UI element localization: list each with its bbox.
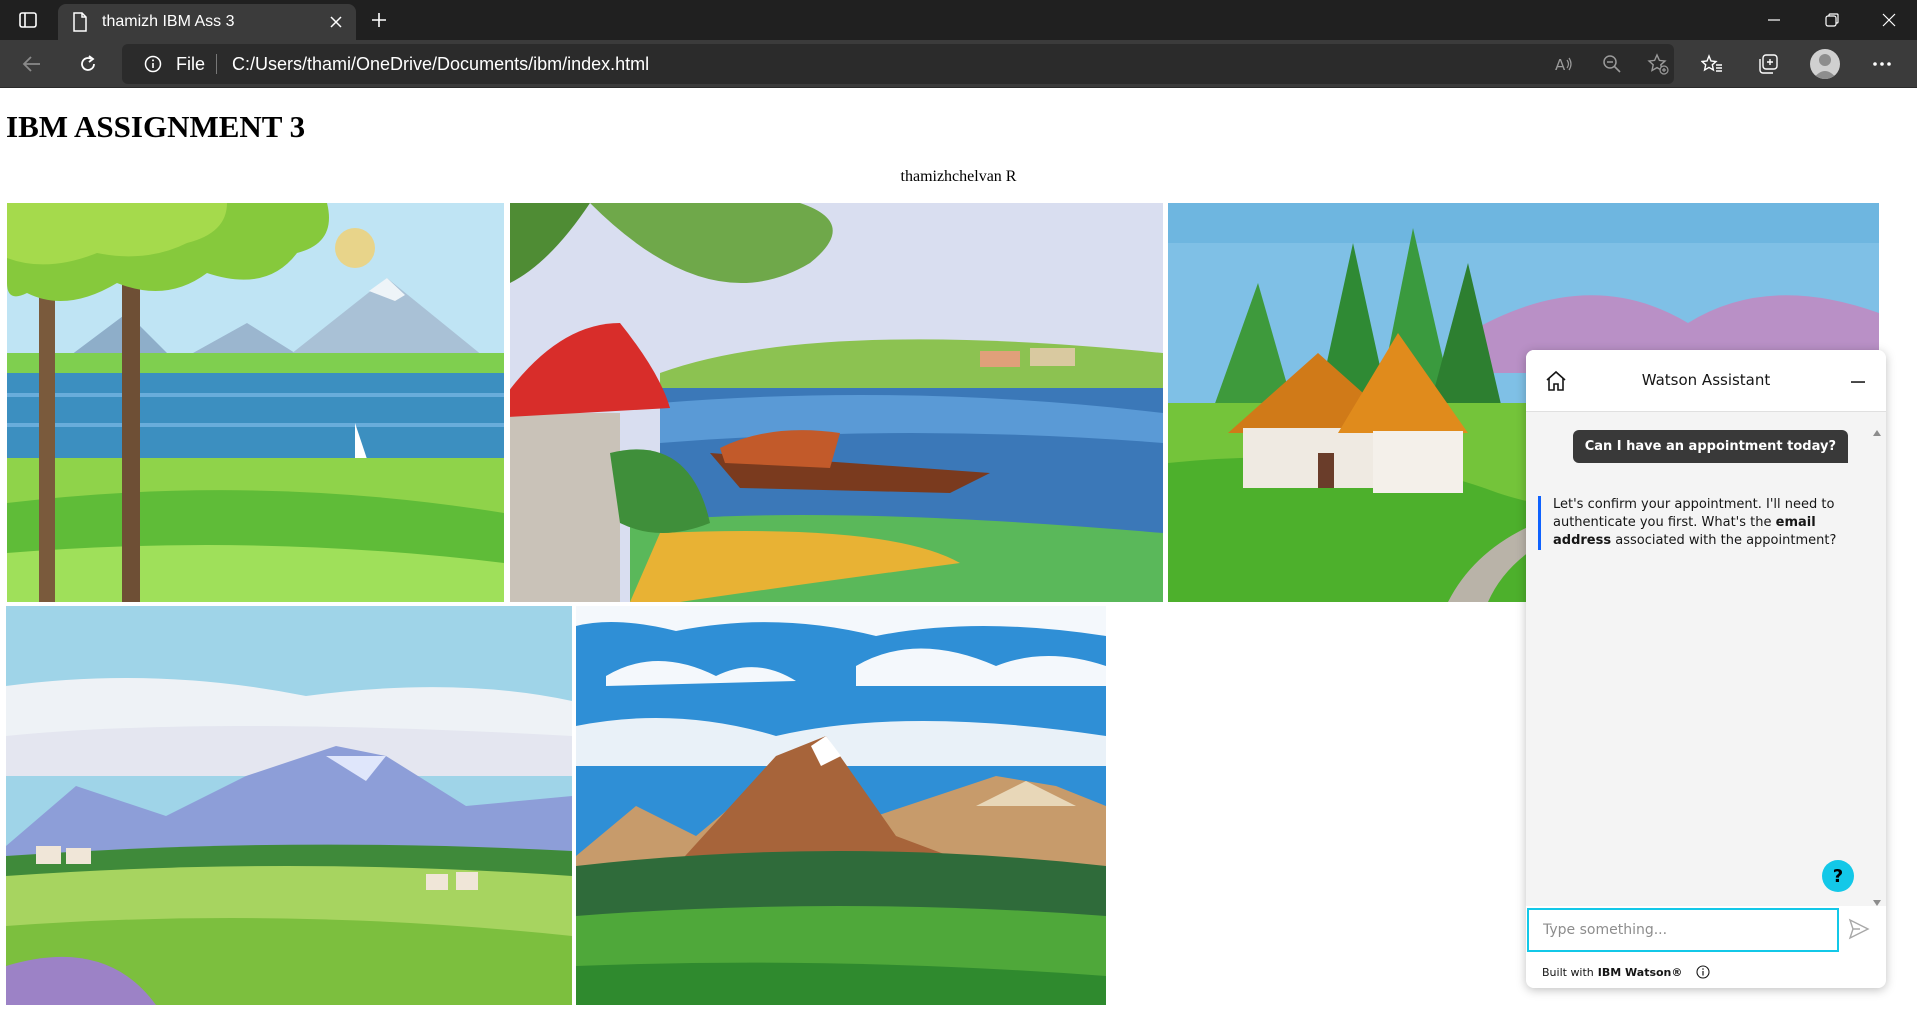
refresh-icon[interactable] (70, 48, 106, 80)
bot-message-text-end: associated with the appointment? (1611, 533, 1837, 548)
close-window-icon[interactable] (1861, 0, 1917, 40)
favorites-icon[interactable] (1694, 48, 1730, 80)
avatar-icon[interactable] (1810, 49, 1840, 79)
zoom-out-icon[interactable] (1600, 53, 1624, 75)
watson-title: Watson Assistant (1641, 371, 1771, 389)
footer-brand: IBM Watson® (1597, 965, 1683, 979)
landscape-image-river-boat (510, 203, 1163, 602)
watson-footer: Built with IBM Watson® (1542, 965, 1710, 979)
message-input-area: Built with IBM Watson® (1526, 906, 1886, 988)
message-input[interactable] (1527, 908, 1839, 952)
minimize-icon[interactable] (1848, 372, 1868, 392)
tab-actions-icon[interactable] (14, 8, 42, 32)
bot-message: Let's confirm your appointment. I'll nee… (1538, 496, 1838, 550)
minimize-window-icon[interactable] (1746, 0, 1802, 40)
plus-icon[interactable] (364, 6, 394, 34)
active-tab[interactable]: thamizh IBM Ass 3 (58, 4, 356, 40)
star-plus-icon[interactable] (1646, 53, 1670, 75)
svg-text:A: A (1555, 56, 1566, 73)
info-icon[interactable] (144, 55, 162, 77)
author-name: thamizhchelvan R (900, 168, 1017, 185)
tab-strip: thamizh IBM Ass 3 (0, 0, 1917, 40)
toolbar: File C:/Users/thami/OneDrive/Documents/i… (0, 40, 1917, 88)
scheme-label: File (176, 54, 206, 74)
url-text[interactable]: C:/Users/thami/OneDrive/Documents/ibm/in… (232, 54, 649, 75)
read-aloud-icon[interactable]: A (1552, 53, 1576, 75)
scroll-up-arrow-icon[interactable] (1872, 422, 1882, 436)
address-bar[interactable]: File C:/Users/thami/OneDrive/Documents/i… (122, 44, 1674, 84)
watson-assistant-widget: Watson Assistant Can I have an appointme… (1526, 350, 1886, 988)
back-arrow-icon[interactable] (14, 48, 50, 80)
send-icon[interactable] (1848, 918, 1874, 944)
page-icon (72, 12, 88, 32)
landscape-image-lake-sailboat (7, 203, 504, 602)
info-icon[interactable] (1696, 965, 1710, 979)
address-separator (216, 54, 217, 74)
user-message: Can I have an appointment today? (1572, 430, 1848, 463)
landscape-image-mountain-village (6, 606, 572, 1005)
watson-header: Watson Assistant (1526, 350, 1886, 412)
more-icon[interactable] (1864, 48, 1900, 80)
scroll-down-arrow-icon[interactable] (1872, 892, 1882, 906)
footer-prefix: Built with (1542, 965, 1594, 979)
help-button[interactable]: ? (1822, 860, 1854, 892)
close-icon[interactable] (322, 8, 350, 36)
collections-icon[interactable] (1750, 48, 1786, 80)
landscape-image-brown-mountains (576, 606, 1106, 1005)
page-heading: IBM ASSIGNMENT 3 (6, 109, 306, 144)
restore-window-icon[interactable] (1804, 0, 1860, 40)
tab-title: thamizh IBM Ass 3 (102, 13, 235, 30)
